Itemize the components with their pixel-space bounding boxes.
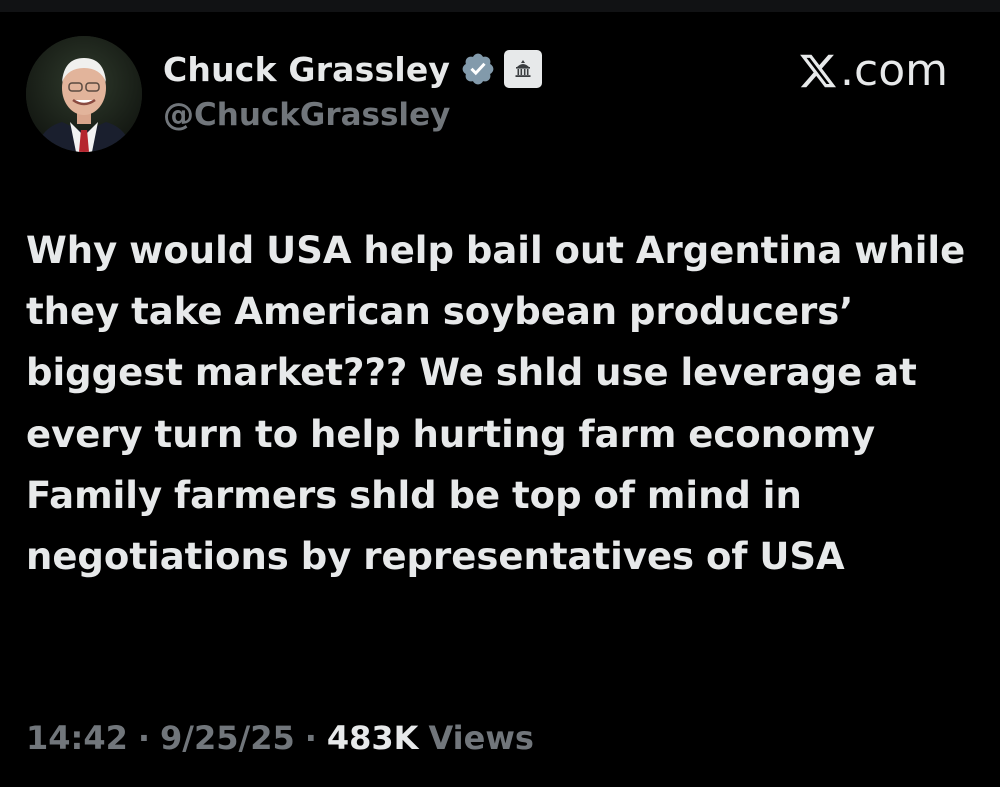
views-label: Views — [428, 719, 534, 757]
tweet-text: Why would USA help bail out Argentina wh… — [26, 229, 966, 579]
tweet-date[interactable]: 9/25/25 — [160, 719, 295, 757]
site-label: .com — [798, 45, 948, 96]
verified-check-icon[interactable] — [460, 51, 496, 87]
author-display-name[interactable]: Chuck Grassley — [163, 50, 450, 89]
site-domain-text: .com — [840, 45, 948, 96]
government-building-icon[interactable] — [504, 50, 543, 88]
window-top-strip — [0, 0, 1000, 12]
author-name-row: Chuck Grassley — [163, 46, 543, 92]
avatar[interactable] — [26, 36, 142, 152]
meta-separator: · — [304, 719, 317, 757]
x-logo-icon — [798, 51, 838, 91]
author-handle[interactable]: @ChuckGrassley — [163, 97, 450, 133]
views-count[interactable]: 483K — [327, 719, 419, 757]
tweet-meta-row: 14:42 · 9/25/25 · 483K Views — [26, 719, 534, 757]
tweet-time[interactable]: 14:42 — [26, 719, 128, 757]
meta-separator: · — [137, 719, 151, 757]
